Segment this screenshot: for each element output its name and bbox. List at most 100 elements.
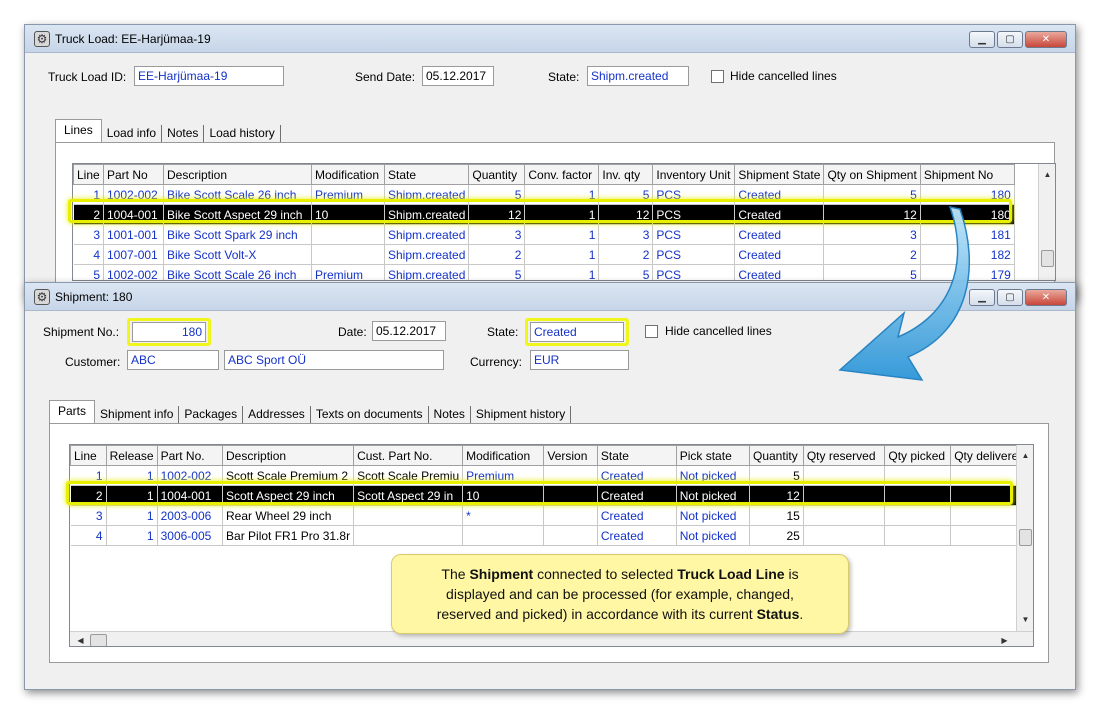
cell-cust-part-no [353,525,464,546]
cell-inventory-unit: PCS [652,224,736,245]
scroll-up-icon[interactable]: ▲ [1039,166,1055,183]
cell-line: 5 [73,264,104,280]
col-pick-state[interactable]: Pick state [675,445,751,466]
cell-quantity: 2 [468,244,526,265]
customer-label: Customer: [65,355,121,369]
send-date-label: Send Date: [355,70,416,84]
maximize-icon[interactable]: ▢ [997,31,1023,48]
tab-texts-on-documents[interactable]: Texts on documents [311,406,429,424]
scroll-up-icon[interactable]: ▲ [1017,447,1033,464]
tab-shipment-info[interactable]: Shipment info [95,406,180,424]
cell-modification [462,525,545,546]
callout-text: . [799,606,804,622]
scroll-thumb[interactable] [1041,250,1054,267]
cell-description: Bar Pilot FR1 Pro 31.8r [222,525,355,546]
col-qty-reserved[interactable]: Qty reserved [802,445,886,466]
col-release[interactable]: Release [105,445,158,466]
callout-bold: Truck Load Line [677,566,785,582]
close-icon[interactable]: ✕ [1025,289,1067,306]
shipment-hide-cancelled-label: Hide cancelled lines [665,324,772,338]
callout-text: is [784,566,799,582]
col-description[interactable]: Description [163,164,312,185]
truck-load-id-field[interactable]: EE-Harjümaa-19 [134,66,284,86]
col-state[interactable]: State [596,445,677,466]
cell-qty-picked [884,525,952,546]
col-state[interactable]: State [383,164,470,185]
col-qty-on-shipment[interactable]: Qty on Shipment [823,164,921,185]
shipment-date-label: Date: [338,325,367,339]
scroll-right-icon[interactable]: ▶ [996,632,1013,646]
cell-modification [311,224,385,245]
tab-shipment-history[interactable]: Shipment history [471,406,572,424]
shipment-grid-vscroll[interactable]: ▲ ▼ [1016,445,1033,631]
col-description[interactable]: Description [222,445,355,466]
tab-load-info[interactable]: Load info [102,125,163,143]
cell-line: 3 [73,224,104,245]
shipment-hide-cancelled-checkbox[interactable] [645,325,658,338]
tab-packages[interactable]: Packages [179,406,244,424]
send-date-field[interactable]: 05.12.2017 [422,66,494,86]
cell-state: Shipm.created [384,244,470,265]
col-shipment-no[interactable]: Shipment No [919,164,1015,185]
shipment-date-field[interactable]: 05.12.2017 [372,321,446,341]
customer-code-field[interactable]: ABC [127,350,219,370]
currency-field[interactable]: EUR [530,350,629,370]
callout-line-1: The Shipment connected to selected Truck… [392,564,848,584]
shipment-no-highlight [127,318,211,346]
minimize-icon[interactable]: ▁ [969,31,995,48]
tab-lines[interactable]: Lines [55,119,102,143]
maximize-icon[interactable]: ▢ [997,289,1023,306]
cell-part-no: 1001-001 [103,224,164,245]
col-line[interactable]: Line [73,164,104,185]
col-part-no[interactable]: Part No. [156,445,224,466]
scroll-left-icon[interactable]: ◀ [72,632,89,646]
col-modification[interactable]: Modification [462,445,545,466]
tab-notes[interactable]: Notes [162,125,205,143]
close-icon[interactable]: ✕ [1025,31,1067,48]
scroll-down-icon[interactable]: ▼ [1017,611,1033,628]
cell-cust-part-no [353,505,464,526]
col-conv-factor[interactable]: Conv. factor [524,164,600,185]
tab-addresses[interactable]: Addresses [243,406,311,424]
shipment-state-highlight [525,318,629,346]
cell-inv-qty: 2 [598,244,654,265]
shipment-state-label: State: [487,325,519,339]
table-row[interactable]: 3 1 2003-006 Rear Wheel 29 inch * Create… [70,505,1033,526]
col-inventory-unit[interactable]: Inventory Unit [652,164,736,185]
tab-parts[interactable]: Parts [49,400,96,424]
col-version[interactable]: Version [543,445,598,466]
callout-text: connected to selected [533,566,678,582]
cell-conv-factor: 1 [524,264,600,280]
col-quantity[interactable]: Quantity [468,164,526,185]
cell-shipment-state: Created [734,264,825,280]
truck-state-field[interactable]: Shipm.created [587,66,689,86]
truck-load-titlebar[interactable]: ⚙ Truck Load: EE-Harjümaa-19 ▁ ▢ ✕ [25,25,1075,53]
cell-modification: Premium [311,264,385,280]
cell-quantity: 25 [749,525,804,546]
col-shipment-state[interactable]: Shipment State [734,164,825,185]
cell-inventory-unit: PCS [652,264,736,280]
col-part-no[interactable]: Part No [103,164,164,185]
cell-state: Shipm.created [384,264,470,280]
col-line[interactable]: Line [70,445,107,466]
cell-conv-factor: 1 [524,244,600,265]
col-cust-part-no[interactable]: Cust. Part No. [353,445,464,466]
callout-line-2: displayed and can be processed (for exam… [446,586,794,602]
scroll-thumb[interactable] [1019,529,1032,546]
col-inv-qty[interactable]: Inv. qty [598,164,654,185]
truck-grid-vscroll[interactable]: ▲ [1038,164,1055,280]
hscroll-thumb[interactable] [90,634,107,646]
col-quantity[interactable]: Quantity [749,445,804,466]
shipment-selected-row-highlight [66,481,1013,505]
col-qty-picked[interactable]: Qty picked [884,445,952,466]
tab-load-history[interactable]: Load history [204,125,281,143]
customer-name-field[interactable]: ABC Sport OÜ [224,350,444,370]
table-row[interactable]: 4 1 3006-005 Bar Pilot FR1 Pro 31.8r Cre… [70,525,1033,546]
cell-part-no: 1002-002 [103,264,164,280]
shipment-grid-header: Line Release Part No. Description Cust. … [70,445,1033,466]
tab-notes[interactable]: Notes [429,406,471,424]
cell-shipment-state: Created [734,244,825,265]
truck-hide-cancelled-checkbox[interactable] [711,70,724,83]
col-modification[interactable]: Modification [311,164,385,185]
cell-release: 1 [106,505,158,526]
